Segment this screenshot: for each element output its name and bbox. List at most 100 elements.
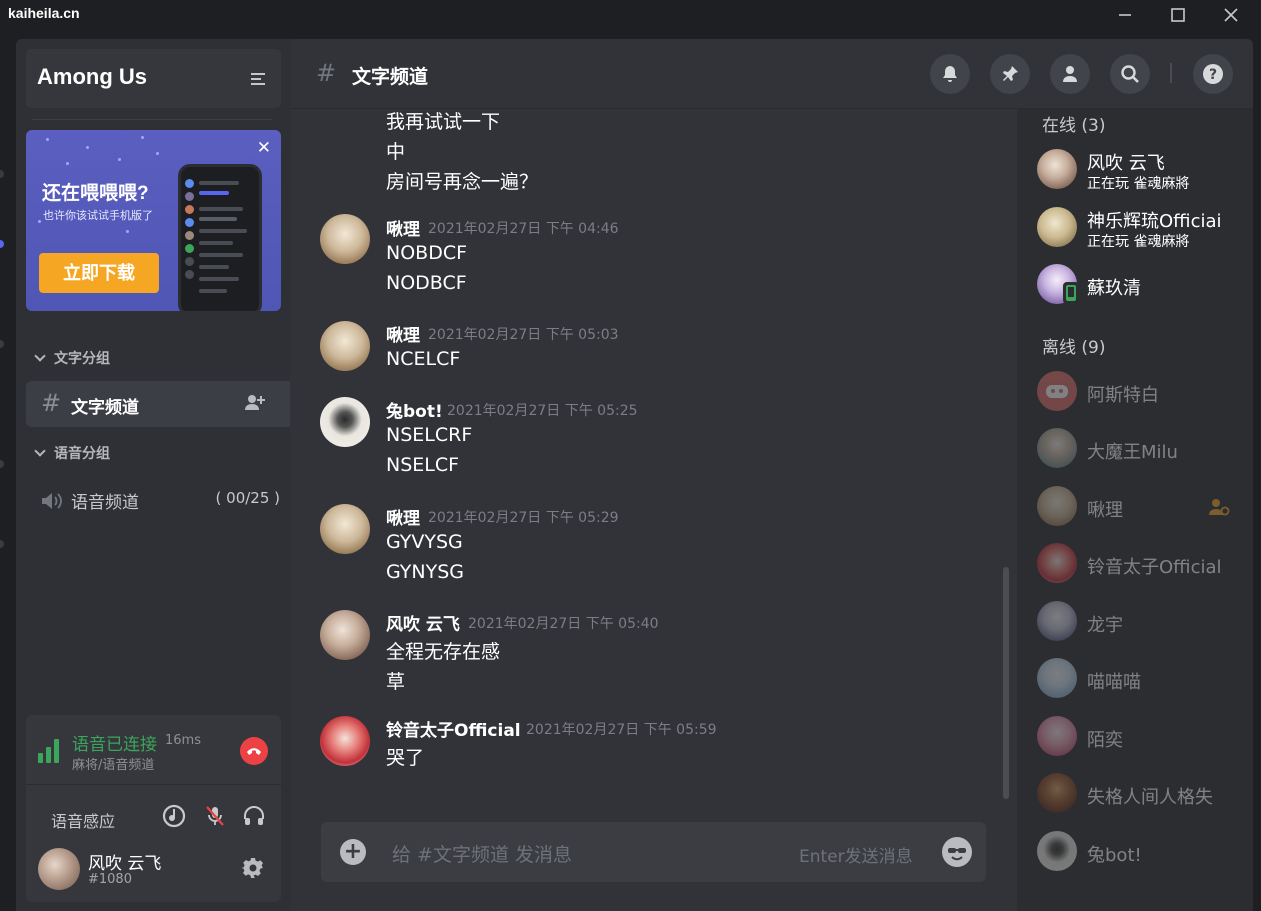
category-voice[interactable]: 语音分组 xyxy=(34,443,110,463)
message-time: 2021年02月27日 下午 05:29 xyxy=(428,510,619,526)
emoji-icon[interactable] xyxy=(942,837,972,867)
avatar[interactable] xyxy=(320,610,370,660)
headphones-icon[interactable] xyxy=(241,803,267,829)
invite-user-icon[interactable] xyxy=(244,393,266,417)
member-name: 神乐辉琉Officiai xyxy=(1087,211,1222,232)
guild-name: Among Us xyxy=(37,64,147,89)
avatar[interactable] xyxy=(320,716,370,766)
member-name: 大魔王Milu xyxy=(1087,442,1178,463)
member-item[interactable]: 喵喵喵 xyxy=(1037,658,1253,702)
message-author[interactable]: 啾理 xyxy=(386,215,420,240)
user-avatar[interactable] xyxy=(38,848,80,890)
member-list-button[interactable] xyxy=(1050,54,1090,94)
member-name: 铃音太子Official xyxy=(1087,557,1222,578)
avatar xyxy=(1037,207,1077,247)
member-item[interactable]: 啾理 xyxy=(1037,486,1253,530)
member-name: 阿斯特白 xyxy=(1087,385,1159,406)
offline-header: 离线 (9) xyxy=(1042,338,1106,358)
member-item[interactable]: 兔bot! xyxy=(1037,831,1253,875)
chevron-down-icon xyxy=(34,445,46,457)
message-text: NOBDCF xyxy=(386,242,468,264)
member-item[interactable]: 神乐辉琉Officiai 正在玩 雀魂麻將 xyxy=(1037,207,1253,251)
minimize-button[interactable] xyxy=(1102,0,1148,30)
member-name: 蘇玖清 xyxy=(1087,278,1141,299)
speaker-icon xyxy=(40,491,64,515)
hash-icon: # xyxy=(41,389,62,417)
message-input[interactable]: 给 #文字频道 发消息 xyxy=(392,840,572,867)
chat-area: # 文字频道 ? 我再试试一下 中 房间号再念一遍？ 啾理 2021年02月27… xyxy=(290,39,1253,911)
window-titlebar: kaiheila.cn xyxy=(0,0,1261,30)
add-attachment-button[interactable]: + xyxy=(340,839,366,865)
channel-item-voice[interactable]: 语音频道 ( 00/25 ) xyxy=(40,487,280,513)
promo-subtitle: 也许你该试试手机版了 xyxy=(43,209,153,222)
message-author[interactable]: 兔bot! xyxy=(386,397,443,422)
voice-channel-count: ( 00/25 ) xyxy=(215,489,280,507)
avatar[interactable] xyxy=(320,321,370,371)
close-promo-button[interactable]: ✕ xyxy=(257,138,271,158)
member-item[interactable]: 龙宇 xyxy=(1037,601,1253,645)
disconnect-button[interactable] xyxy=(240,737,268,765)
mute-mic-icon[interactable] xyxy=(202,803,228,829)
member-item[interactable]: 铃音太子Official xyxy=(1037,543,1253,587)
send-hint: Enter发送消息 xyxy=(799,847,913,867)
help-icon: ? xyxy=(1203,64,1223,84)
gear-icon[interactable] xyxy=(241,856,265,884)
guild-menu-icon[interactable] xyxy=(251,73,265,88)
channel-sidebar: Among Us ✕ 还在喂喂喂? 也许你该试试手机版了 立即下载 文字分组 #… xyxy=(16,39,290,911)
search-button[interactable] xyxy=(1110,54,1150,94)
avatar[interactable] xyxy=(320,504,370,554)
message-author[interactable]: 啾理 xyxy=(386,504,420,529)
avatar xyxy=(1037,773,1077,813)
voice-status-section: 语音已连接 16ms 麻将/语音频道 xyxy=(26,715,281,785)
server-indicator xyxy=(0,340,4,348)
member-item[interactable]: 大魔王Milu xyxy=(1037,428,1253,472)
member-item[interactable]: 陌奕 xyxy=(1037,716,1253,760)
maximize-button[interactable] xyxy=(1155,0,1201,30)
message-author[interactable]: 啾理 xyxy=(386,321,420,346)
avatar[interactable] xyxy=(320,397,370,447)
member-item[interactable]: 失格人间人格失 xyxy=(1037,773,1253,817)
member-item[interactable]: 风吹 云飞 正在玩 雀魂麻將 xyxy=(1037,149,1253,193)
member-name: 失格人间人格失 xyxy=(1087,787,1213,808)
voice-activity-icon[interactable] xyxy=(161,803,187,829)
message-author[interactable]: 铃音太子Official xyxy=(386,716,521,741)
channel-item-text[interactable]: # 文字频道 xyxy=(26,381,290,427)
member-activity: 正在玩 雀魂麻將 xyxy=(1087,176,1190,192)
guild-header[interactable]: Among Us xyxy=(26,49,281,108)
member-name: 陌奕 xyxy=(1087,730,1123,751)
member-name: 兔bot! xyxy=(1087,845,1142,866)
category-text[interactable]: 文字分组 xyxy=(34,348,110,368)
header-divider xyxy=(1170,63,1172,83)
close-window-button[interactable] xyxy=(1208,0,1254,30)
svg-text:?: ? xyxy=(1209,67,1217,83)
avatar[interactable] xyxy=(320,214,370,264)
member-item[interactable]: 阿斯特白 xyxy=(1037,371,1253,415)
avatar xyxy=(1037,831,1077,871)
message-author[interactable]: 风吹 云飞 xyxy=(386,610,460,635)
member-item[interactable]: 蘇玖清 xyxy=(1037,264,1253,308)
server-indicator xyxy=(0,460,4,468)
message-composer[interactable]: + 给 #文字频道 发消息 Enter发送消息 xyxy=(321,822,986,882)
pinned-button[interactable] xyxy=(990,54,1030,94)
window-title: kaiheila.cn xyxy=(8,5,80,21)
avatar xyxy=(1037,428,1077,468)
notification-button[interactable] xyxy=(930,54,970,94)
message-text: 我再试试一下 xyxy=(386,111,501,133)
message-text: NSELCRF xyxy=(386,424,473,446)
message-text: 草 xyxy=(386,671,406,693)
avatar xyxy=(1037,149,1077,189)
member-name: 喵喵喵 xyxy=(1087,672,1141,693)
help-button[interactable]: ? xyxy=(1193,54,1233,94)
message-text: 全程无存在感 xyxy=(386,641,501,663)
server-rail xyxy=(0,30,16,911)
voice-mode-label[interactable]: 语音感应 xyxy=(51,808,115,832)
minimize-icon xyxy=(1119,14,1131,16)
divider xyxy=(32,119,272,120)
voice-latency: 16ms xyxy=(165,733,201,748)
message-time: 2021年02月27日 下午 05:40 xyxy=(468,616,659,632)
chat-scrollbar[interactable] xyxy=(1003,567,1009,799)
message-text: NSELCF xyxy=(386,454,460,476)
mobile-icon xyxy=(1063,282,1079,304)
download-app-button[interactable]: 立即下载 xyxy=(39,253,159,293)
avatar xyxy=(1037,486,1077,526)
